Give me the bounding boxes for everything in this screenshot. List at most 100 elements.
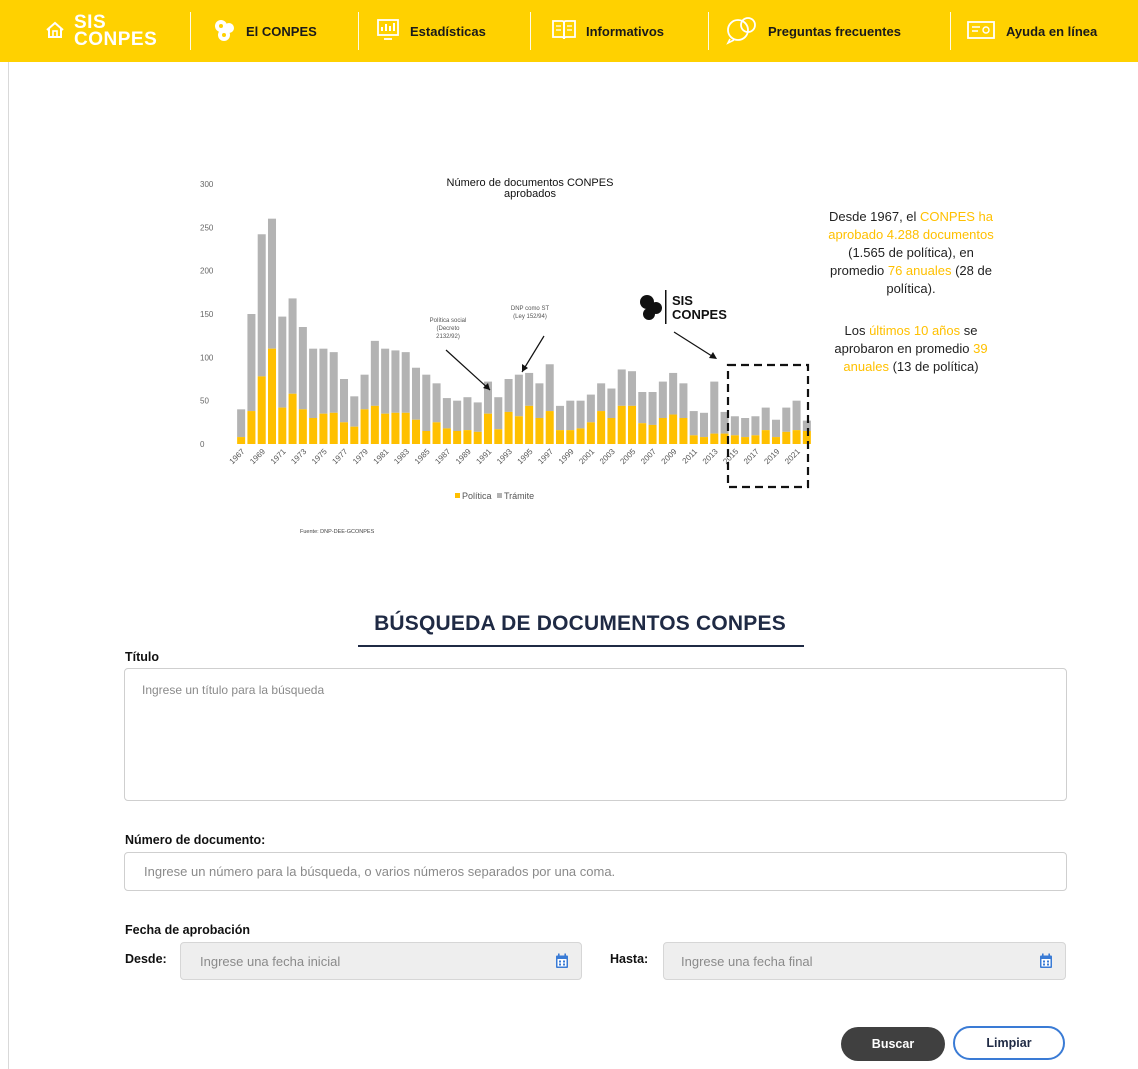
bar-tramite-2002 [597, 383, 606, 412]
bar-tramite-1967 [237, 409, 246, 438]
bar-tramite-2018 [761, 407, 770, 431]
bar-politica-2009 [669, 414, 678, 444]
bar-tramite-1971 [278, 316, 287, 408]
titulo-textarea[interactable]: Ingrese un título para la búsqueda [124, 668, 1067, 801]
nav-item-ayuda-en-linea[interactable]: Ayuda en línea [966, 0, 1097, 62]
nav-label: Preguntas frecuentes [768, 23, 901, 39]
titulo-placeholder: Ingrese un título para la búsqueda [142, 683, 325, 697]
chart-bars [237, 218, 811, 444]
bar-politica-1986 [432, 422, 441, 444]
nav-item-el-conpes[interactable]: El CONPES [212, 0, 317, 62]
bar-politica-2019 [771, 437, 781, 444]
nav-item-preguntas-frecuentes[interactable]: Preguntas frecuentes [724, 0, 901, 62]
bar-tramite-1996 [535, 383, 544, 418]
y-tick-label: 250 [200, 223, 214, 232]
bar-politica-2012 [699, 437, 709, 444]
y-tick-label: 150 [200, 310, 214, 319]
x-tick-label: 1967 [228, 447, 247, 466]
bar-politica-2005 [627, 405, 637, 444]
bar-tramite-2008 [658, 381, 667, 418]
fecha-hasta-input[interactable]: Ingrese una fecha final [663, 942, 1066, 980]
bar-tramite-2022 [802, 420, 811, 431]
nav-label: Informativos [586, 23, 665, 39]
titulo-label: Título [125, 650, 160, 664]
chart-source-note: Fuente: DNP-DEE-GCONPES [300, 529, 375, 535]
bar-politica-2003 [607, 418, 616, 444]
bar-politica-1968 [247, 411, 256, 444]
bar-politica-1977 [339, 422, 349, 444]
x-tick-label: 1979 [351, 447, 370, 466]
buscar-button[interactable]: Buscar [841, 1027, 945, 1061]
bar-tramite-2000 [576, 400, 585, 429]
bar-politica-1988 [453, 431, 462, 444]
bar-politica-1978 [350, 426, 359, 444]
x-axis-ticks: 1967 1969 1971 1973 1975 1977 1979 1981 1983 1985… [228, 447, 803, 466]
bar-tramite-2015 [730, 416, 739, 436]
bar-tramite-1993 [504, 379, 513, 412]
x-tick-label: 2019 [762, 447, 781, 466]
summary-paragraph-2: Los últimos 10 años se aprobaron en prom… [826, 322, 996, 376]
limpiar-button[interactable]: Limpiar [953, 1026, 1065, 1060]
calendar-icon[interactable] [555, 953, 569, 974]
summary-text: Los [844, 323, 870, 338]
x-tick-label: 2001 [577, 447, 596, 466]
bar-tramite-1979 [360, 374, 369, 410]
bar-tramite-1980 [370, 340, 379, 406]
bar-politica-1983 [401, 412, 410, 444]
bar-tramite-1999 [566, 400, 575, 431]
bar-politica-1979 [360, 409, 369, 444]
bar-tramite-1995 [525, 372, 534, 406]
nav-item-informativos[interactable]: Informativos [550, 0, 664, 62]
calendar-icon[interactable] [1039, 953, 1053, 974]
bar-tramite-2009 [669, 372, 678, 415]
summary-highlight: 76 anuales [887, 263, 952, 278]
bar-tramite-1982 [391, 350, 400, 413]
conpes-documents-chart: Número de documentos CONPES aprobados 05… [200, 177, 811, 535]
nav-item-estadisticas[interactable]: Estadísticas [376, 0, 486, 62]
numero-documento-input[interactable]: Ingrese un número para la búsqueda, o va… [124, 852, 1067, 891]
chat-bubbles-icon [724, 15, 760, 48]
bar-politica-2015 [730, 435, 739, 444]
y-tick-label: 200 [200, 267, 214, 276]
annotation-dnp-st: DNP como ST (Ley 152/94) [511, 306, 549, 373]
x-tick-label: 1973 [289, 447, 308, 466]
numero-placeholder: Ingrese un número para la búsqueda, o va… [144, 864, 616, 879]
bar-politica-1981 [381, 413, 390, 444]
bar-tramite-2012 [699, 412, 709, 438]
bar-politica-1990 [473, 431, 482, 444]
inset-logo-text: CONPES [672, 307, 727, 322]
x-tick-label: 1991 [474, 447, 493, 466]
bar-tramite-1974 [309, 348, 318, 418]
bar-tramite-1997 [545, 364, 554, 412]
bar-tramite-2007 [648, 392, 657, 425]
bar-politica-2013 [710, 433, 719, 444]
bar-politica-1996 [535, 418, 544, 444]
bar-politica-1985 [422, 431, 431, 444]
bar-tramite-1992 [494, 397, 503, 430]
bar-tramite-1986 [432, 383, 441, 423]
y-tick-label: 300 [200, 180, 214, 189]
bar-tramite-1978 [350, 396, 359, 427]
summary-text: Desde 1967, el [828, 209, 921, 224]
x-tick-label: 2009 [660, 447, 679, 466]
annotation-label: 2132/92) [436, 334, 460, 340]
x-tick-label: 2015 [721, 447, 740, 466]
bar-politica-2001 [586, 422, 595, 444]
bar-politica-2017 [751, 435, 760, 444]
numero-label: Número de documento: [125, 833, 266, 847]
hasta-label: Hasta: [610, 952, 649, 966]
bar-politica-2011 [689, 435, 698, 444]
bar-tramite-1975 [319, 348, 328, 414]
bar-politica-1997 [545, 411, 554, 444]
bar-tramite-2006 [638, 392, 647, 424]
home-logo-link[interactable]: SIS CONPES [44, 0, 158, 62]
y-tick-label: 0 [200, 440, 205, 449]
fecha-desde-input[interactable]: Ingrese una fecha inicial [180, 942, 582, 980]
x-tick-label: 2017 [742, 447, 761, 466]
bar-tramite-1977 [339, 379, 349, 423]
bar-tramite-2004 [617, 369, 626, 406]
site-logo-text: SIS CONPES [74, 12, 158, 50]
fecha-aprobacion-label: Fecha de aprobación [125, 923, 251, 937]
help-screen-icon [966, 18, 998, 45]
bar-tramite-1985 [422, 374, 431, 431]
